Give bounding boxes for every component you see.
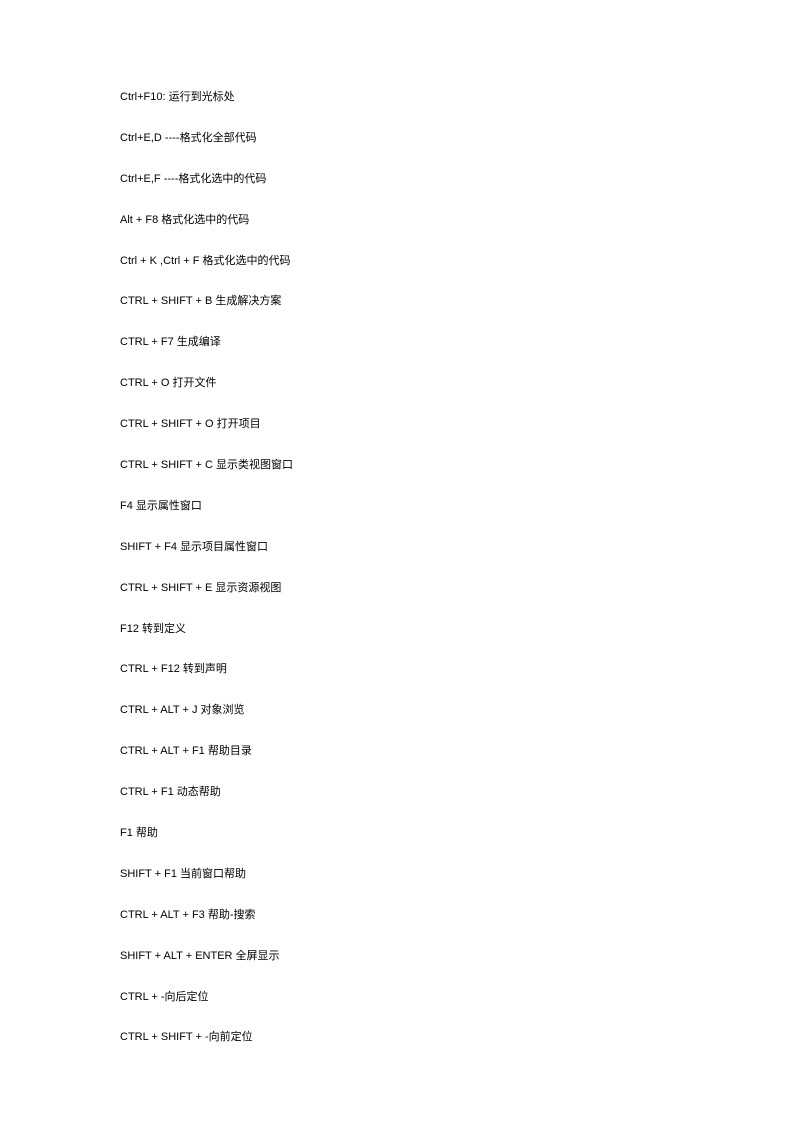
shortcut-line: CTRL + SHIFT + B 生成解决方案 — [120, 294, 674, 309]
shortcut-line: CTRL + F1 动态帮助 — [120, 785, 674, 800]
shortcut-line: F4 显示属性窗口 — [120, 499, 674, 514]
shortcut-line: CTRL + SHIFT + C 显示类视图窗口 — [120, 458, 674, 473]
shortcut-line: CTRL + SHIFT + -向前定位 — [120, 1030, 674, 1045]
shortcut-line: SHIFT + ALT + ENTER 全屏显示 — [120, 949, 674, 964]
shortcut-line: Alt + F8 格式化选中的代码 — [120, 213, 674, 228]
shortcut-line: Ctrl+E,D ----格式化全部代码 — [120, 131, 674, 146]
shortcut-line: F12 转到定义 — [120, 622, 674, 637]
shortcut-line: CTRL + ALT + F1 帮助目录 — [120, 744, 674, 759]
document-content: Ctrl+F10: 运行到光标处 Ctrl+E,D ----格式化全部代码 Ct… — [120, 90, 674, 1046]
shortcut-line: CTRL + F12 转到声明 — [120, 662, 674, 677]
shortcut-line: CTRL + F7 生成编译 — [120, 335, 674, 350]
shortcut-line: CTRL + SHIFT + E 显示资源视图 — [120, 581, 674, 596]
shortcut-line: F1 帮助 — [120, 826, 674, 841]
shortcut-line: Ctrl+F10: 运行到光标处 — [120, 90, 674, 105]
shortcut-line: CTRL + SHIFT + O 打开项目 — [120, 417, 674, 432]
shortcut-line: CTRL + ALT + J 对象浏览 — [120, 703, 674, 718]
shortcut-line: CTRL + -向后定位 — [120, 990, 674, 1005]
shortcut-line: Ctrl + K ,Ctrl + F 格式化选中的代码 — [120, 254, 674, 269]
shortcut-line: SHIFT + F4 显示项目属性窗口 — [120, 540, 674, 555]
shortcut-line: CTRL + ALT + F3 帮助-搜索 — [120, 908, 674, 923]
shortcut-line: Ctrl+E,F ----格式化选中的代码 — [120, 172, 674, 187]
shortcut-line: SHIFT + F1 当前窗口帮助 — [120, 867, 674, 882]
shortcut-line: CTRL + O 打开文件 — [120, 376, 674, 391]
